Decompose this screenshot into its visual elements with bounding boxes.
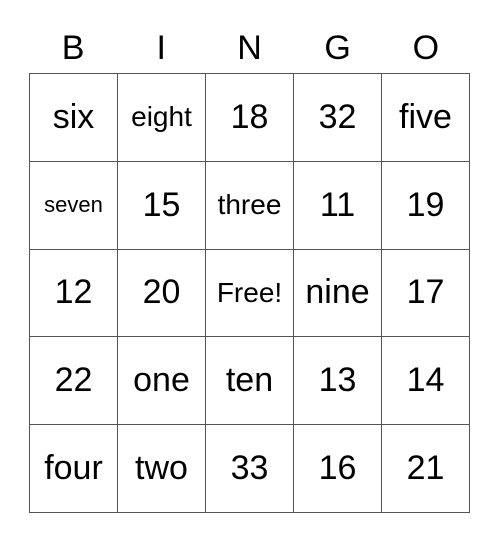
- header-letter-o: O: [412, 29, 440, 67]
- free-space-cell[interactable]: Free!: [206, 249, 294, 338]
- bingo-cell[interactable]: six: [30, 74, 118, 162]
- bingo-cell[interactable]: three: [206, 161, 294, 250]
- header-letter-n: N: [237, 29, 262, 67]
- bingo-cell[interactable]: 21: [382, 425, 470, 513]
- bingo-cell[interactable]: one: [118, 337, 206, 426]
- bingo-cell[interactable]: two: [118, 425, 206, 513]
- bingo-cell[interactable]: eight: [118, 74, 206, 162]
- bingo-cell[interactable]: 16: [294, 425, 382, 513]
- bingo-cell[interactable]: 13: [294, 337, 382, 426]
- bingo-cell[interactable]: 32: [294, 74, 382, 162]
- bingo-cell[interactable]: 22: [30, 337, 118, 426]
- bingo-cell[interactable]: 12: [30, 249, 118, 338]
- bingo-cell[interactable]: nine: [294, 249, 382, 338]
- bingo-cell[interactable]: 14: [382, 337, 470, 426]
- bingo-cell[interactable]: 17: [382, 249, 470, 338]
- bingo-cell[interactable]: 15: [118, 161, 206, 250]
- bingo-grid: six eight 18 32 five seven 15 three 11 1…: [29, 73, 470, 513]
- header-letter-g: G: [324, 29, 351, 67]
- bingo-cell[interactable]: seven: [30, 161, 118, 250]
- bingo-cell[interactable]: ten: [206, 337, 294, 426]
- bingo-cell[interactable]: 33: [206, 425, 294, 513]
- bingo-cell[interactable]: five: [382, 74, 470, 162]
- bingo-cell[interactable]: 19: [382, 161, 470, 250]
- bingo-cell[interactable]: 18: [206, 74, 294, 162]
- bingo-cell[interactable]: four: [30, 425, 118, 513]
- bingo-cell[interactable]: 20: [118, 249, 206, 338]
- bingo-header: B I N G O: [29, 24, 470, 73]
- header-letter-i: I: [156, 29, 166, 67]
- bingo-cell[interactable]: 11: [294, 161, 382, 250]
- header-letter-b: B: [61, 29, 85, 67]
